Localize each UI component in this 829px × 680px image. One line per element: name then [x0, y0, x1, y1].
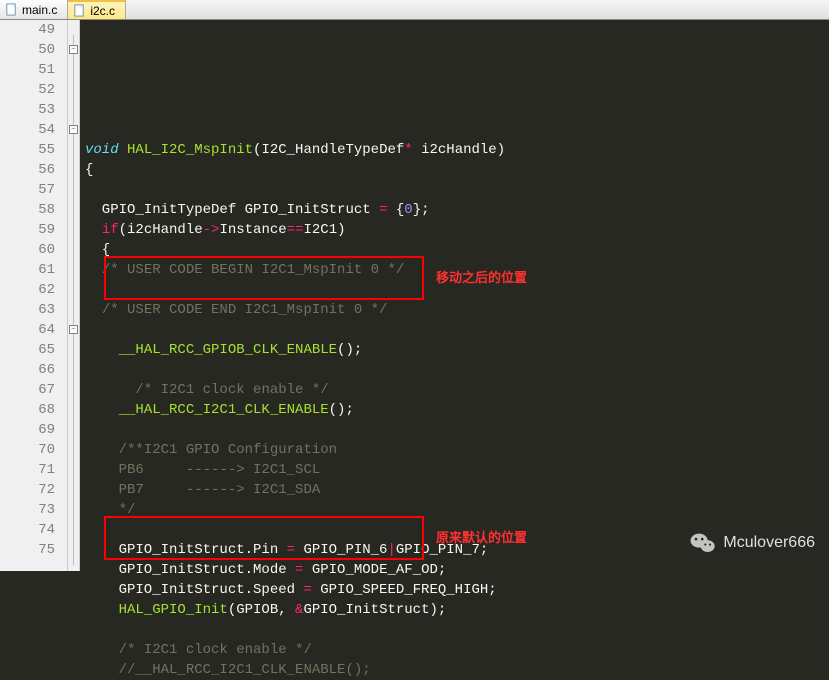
code-line[interactable]: GPIO_InitStruct.Mode = GPIO_MODE_AF_OD; — [85, 560, 829, 580]
code-line[interactable] — [85, 320, 829, 340]
file-icon — [72, 4, 86, 18]
code-editor[interactable]: 4950515253545556575859606162636465666768… — [0, 20, 829, 571]
code-line[interactable]: { — [85, 160, 829, 180]
code-line[interactable]: __HAL_RCC_GPIOB_CLK_ENABLE(); — [85, 340, 829, 360]
code-line[interactable]: PB7 ------> I2C1_SDA — [85, 480, 829, 500]
tab-bar: main.c i2c.c — [0, 0, 829, 20]
line-number: 53 — [0, 100, 55, 120]
fold-margin[interactable]: − − − — [68, 20, 80, 571]
code-line[interactable]: */ — [85, 500, 829, 520]
line-number: 59 — [0, 220, 55, 240]
line-number-gutter: 4950515253545556575859606162636465666768… — [0, 20, 68, 571]
line-number: 71 — [0, 460, 55, 480]
line-number: 60 — [0, 240, 55, 260]
fold-toggle[interactable]: − — [69, 125, 78, 134]
annotation-moved: 移动之后的位置 — [436, 268, 527, 288]
watermark: Mculover666 — [689, 529, 815, 557]
code-line[interactable]: PB6 ------> I2C1_SCL — [85, 460, 829, 480]
line-number: 51 — [0, 60, 55, 80]
line-number: 61 — [0, 260, 55, 280]
line-number: 52 — [0, 80, 55, 100]
fold-toggle[interactable]: − — [69, 325, 78, 334]
annotation-original: 原来默认的位置 — [436, 528, 527, 548]
code-line[interactable] — [85, 180, 829, 200]
code-line[interactable]: __HAL_RCC_I2C1_CLK_ENABLE(); — [85, 400, 829, 420]
code-line[interactable]: { — [85, 240, 829, 260]
tab-i2c-c[interactable]: i2c.c — [68, 0, 126, 19]
line-number: 69 — [0, 420, 55, 440]
line-number: 67 — [0, 380, 55, 400]
line-number: 54 — [0, 120, 55, 140]
line-number: 49 — [0, 20, 55, 40]
line-number: 63 — [0, 300, 55, 320]
line-number: 62 — [0, 280, 55, 300]
file-icon — [4, 3, 18, 17]
line-number: 66 — [0, 360, 55, 380]
tab-label: main.c — [22, 3, 57, 17]
code-line[interactable]: if(i2cHandle->Instance==I2C1) — [85, 220, 829, 240]
line-number: 65 — [0, 340, 55, 360]
line-number: 50 — [0, 40, 55, 60]
line-number: 57 — [0, 180, 55, 200]
code-line[interactable] — [85, 420, 829, 440]
code-line[interactable]: //__HAL_RCC_I2C1_CLK_ENABLE(); — [85, 660, 829, 680]
code-line[interactable]: GPIO_InitStruct.Speed = GPIO_SPEED_FREQ_… — [85, 580, 829, 600]
tab-main-c[interactable]: main.c — [0, 0, 68, 19]
code-line[interactable] — [85, 360, 829, 380]
fold-toggle[interactable]: − — [69, 45, 78, 54]
line-number: 64 — [0, 320, 55, 340]
code-line[interactable]: /* USER CODE END I2C1_MspInit 0 */ — [85, 300, 829, 320]
code-area[interactable]: 移动之后的位置 原来默认的位置 void HAL_I2C_MspInit(I2C… — [80, 20, 829, 571]
line-number: 68 — [0, 400, 55, 420]
line-number: 73 — [0, 500, 55, 520]
line-number: 74 — [0, 520, 55, 540]
code-line[interactable]: GPIO_InitTypeDef GPIO_InitStruct = {0}; — [85, 200, 829, 220]
watermark-text: Mculover666 — [723, 534, 815, 552]
code-line[interactable]: void HAL_I2C_MspInit(I2C_HandleTypeDef* … — [85, 140, 829, 160]
code-line[interactable]: /* I2C1 clock enable */ — [85, 380, 829, 400]
line-number: 72 — [0, 480, 55, 500]
line-number: 56 — [0, 160, 55, 180]
code-line[interactable]: /**I2C1 GPIO Configuration — [85, 440, 829, 460]
tab-label: i2c.c — [90, 4, 115, 18]
line-number: 55 — [0, 140, 55, 160]
code-line[interactable] — [85, 620, 829, 640]
line-number: 75 — [0, 540, 55, 560]
code-line[interactable]: /* I2C1 clock enable */ — [85, 640, 829, 660]
line-number: 70 — [0, 440, 55, 460]
code-line[interactable]: HAL_GPIO_Init(GPIOB, &GPIO_InitStruct); — [85, 600, 829, 620]
line-number: 58 — [0, 200, 55, 220]
wechat-icon — [689, 529, 717, 557]
